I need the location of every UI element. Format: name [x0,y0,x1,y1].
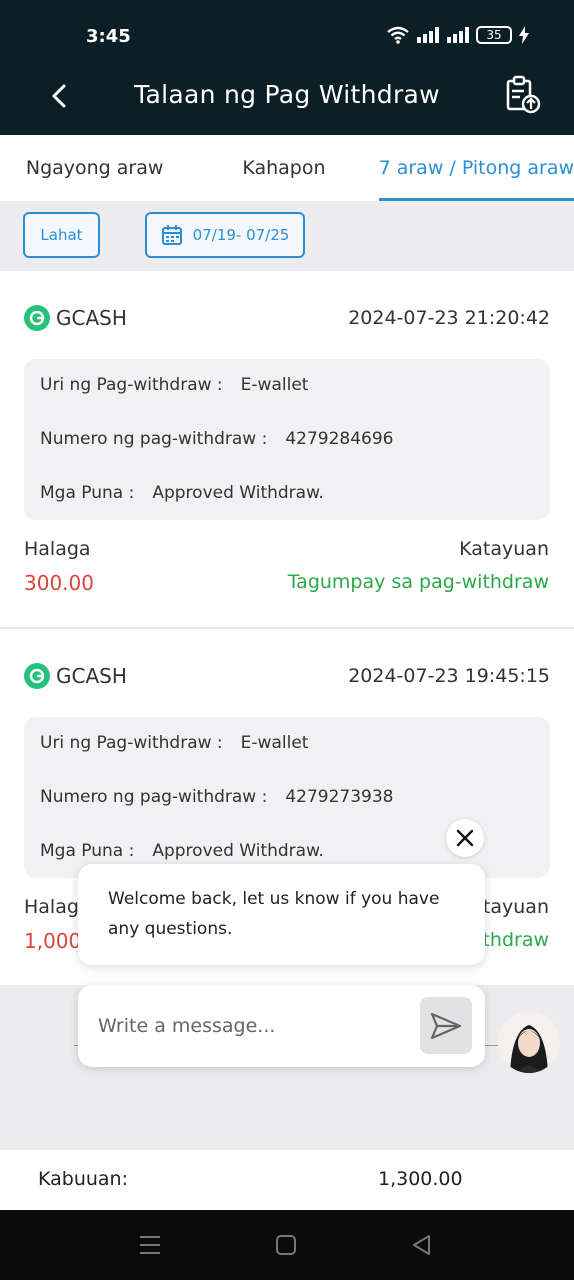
total-label: Kabuuan: [38,1168,128,1190]
close-icon [456,829,474,847]
chat-composer [78,985,485,1067]
gcash-logo-icon [24,663,50,689]
app-header: Talaan ng Pag Withdraw [0,58,574,135]
wifi-icon [387,26,409,44]
number-value: 4279273938 [285,787,394,807]
triangle-back-icon [413,1235,430,1255]
tab-today[interactable]: Ngayong araw [0,135,189,201]
remarks-value: Approved Withdraw. [152,841,324,861]
remarks-label: Mga Puna : [40,841,135,861]
detail-type-row: Uri ng Pag-withdraw : E-wallet [40,733,308,753]
record-header: GCASH 2024-07-23 21:20:42 [24,303,550,333]
support-agent-avatar[interactable] [498,1011,560,1073]
page-title: Talaan ng Pag Withdraw [134,80,440,109]
status-label: Katayuan [459,538,549,560]
date-tabs: Ngayong araw Kahapon 7 araw / Pitong ara… [0,135,574,201]
type-value: E-wallet [240,375,309,395]
type-label: Uri ng Pag-withdraw : [40,733,223,753]
remarks-value: Approved Withdraw. [152,483,324,503]
amount-value: 1,000 [24,929,82,953]
chat-welcome-message: Welcome back, let us know if you have an… [78,864,485,965]
send-button[interactable] [420,997,472,1054]
date-range-label: 07/19- 07/25 [192,226,290,244]
number-label: Numero ng pag-withdraw : [40,429,268,449]
signal-icon-2 [447,27,469,43]
status-time: 3:45 [86,26,131,47]
detail-number-row: Numero ng pag-withdraw : 4279273938 [40,787,394,807]
status-bar: 3:45 35 [0,0,574,60]
type-value: E-wallet [240,733,309,753]
detail-number-row: Numero ng pag-withdraw : 4279284696 [40,429,394,449]
clipboard-upload-icon [506,75,541,114]
back-nav-button[interactable] [408,1232,436,1258]
detail-type-row: Uri ng Pag-withdraw : E-wallet [40,375,308,395]
type-label: Uri ng Pag-withdraw : [40,375,223,395]
amount-label: Halaga [24,538,91,560]
filter-all-button[interactable]: Lahat [23,212,100,258]
record-details: Uri ng Pag-withdraw : E-wallet Numero ng … [24,359,550,520]
total-bar: Kabuuan: 1,300.00 [0,1150,574,1210]
export-button[interactable] [502,74,544,116]
remarks-label: Mga Puna : [40,483,135,503]
date-range-button[interactable]: 07/19- 07/25 [145,212,305,258]
gcash-logo-icon [24,305,50,331]
record-channel: GCASH [56,664,127,688]
record-channel: GCASH [56,306,127,330]
tab-seven-days[interactable]: 7 araw / Pitong araw [378,135,574,201]
status-value: ithdraw [477,929,549,951]
total-value: 1,300.00 [378,1168,463,1190]
send-icon [430,1012,462,1039]
amount-value: 300.00 [24,571,94,595]
status-value: Tagumpay sa pag-withdraw [287,571,549,593]
battery-icon: 35 [476,26,512,44]
number-label: Numero ng pag-withdraw : [40,787,268,807]
filter-bar: Lahat 07/19- 07/25 [0,201,574,271]
calendar-icon [161,225,182,245]
menu-button[interactable] [136,1232,164,1258]
number-value: 4279284696 [285,429,394,449]
home-button[interactable] [272,1232,300,1258]
status-icons: 35 [386,26,530,44]
menu-icon [140,1236,160,1254]
detail-remarks-row: Mga Puna : Approved Withdraw. [40,483,324,503]
record-datetime: 2024-07-23 19:45:15 [348,665,550,687]
signal-icon [417,27,439,43]
home-square-icon [276,1235,296,1255]
withdraw-record: GCASH 2024-07-23 21:20:42 Uri ng Pag-wit… [0,271,574,627]
record-datetime: 2024-07-23 21:20:42 [348,307,550,329]
chat-message-input[interactable] [96,1007,396,1045]
record-header: GCASH 2024-07-23 19:45:15 [24,661,550,691]
charging-icon [519,26,529,44]
system-nav-bar [0,1210,574,1280]
detail-remarks-row: Mga Puna : Approved Withdraw. [40,841,324,861]
tab-yesterday[interactable]: Kahapon [189,135,378,201]
chat-close-button[interactable] [446,819,484,857]
